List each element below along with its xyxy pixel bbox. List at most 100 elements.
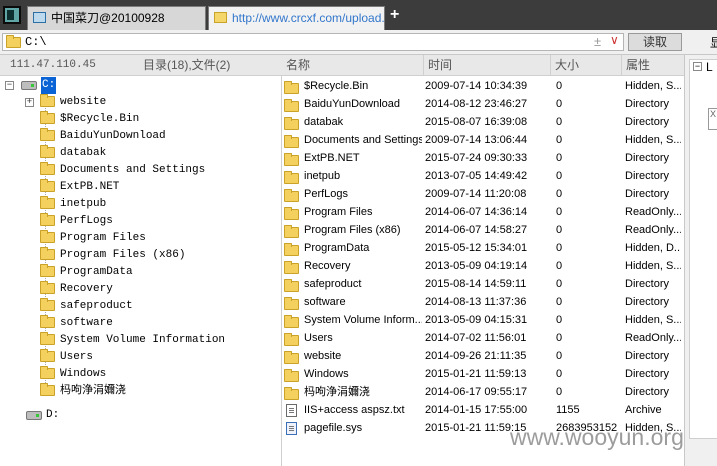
file-row[interactable]: Program Files 2014-06-07 14:36:14 0 ReadOnl… bbox=[282, 203, 684, 221]
file-attr: Directory bbox=[625, 170, 670, 182]
column-attr[interactable]: 属性 bbox=[621, 55, 684, 75]
file-time: 2013-05-09 04:19:14 bbox=[425, 260, 528, 272]
file-name: Documents and Settings bbox=[304, 134, 422, 146]
file-time: 2013-07-05 14:49:42 bbox=[425, 170, 528, 182]
file-row[interactable]: ExtPB.NET 2015-07-24 09:30:33 0 Directory bbox=[282, 149, 684, 167]
file-attr: Directory bbox=[625, 368, 670, 380]
tree-item-label: safeproduct bbox=[60, 300, 133, 312]
file-row[interactable]: Users 2014-07-02 11:56:01 0 ReadOnly... bbox=[282, 329, 684, 347]
tree-item-label: Recovery bbox=[60, 283, 113, 295]
file-size: 0 bbox=[556, 80, 563, 92]
file-time: 2013-05-09 04:15:31 bbox=[425, 314, 528, 326]
column-name[interactable]: 名称 bbox=[282, 55, 425, 75]
file-name: Users bbox=[304, 332, 333, 344]
folder-icon bbox=[214, 12, 227, 23]
file-size: 0 bbox=[556, 188, 563, 200]
collapse-icon[interactable]: − bbox=[693, 62, 702, 71]
file-row[interactable]: $Recycle.Bin 2009-07-14 10:34:39 0 Hidden, … bbox=[282, 77, 684, 95]
file-attr: Directory bbox=[625, 116, 670, 128]
drive-icon bbox=[21, 81, 37, 90]
file-time: 2009-07-14 11:20:08 bbox=[425, 188, 527, 200]
file-time: 2009-07-14 10:34:39 bbox=[425, 80, 528, 92]
file-attr: Archive bbox=[625, 404, 662, 416]
file-row[interactable]: BaiduYunDownload 2014-08-12 23:46:27 0 Dire… bbox=[282, 95, 684, 113]
file-size: 0 bbox=[556, 368, 563, 380]
tree-item-label: 杩呴浄涓嬭浇 bbox=[60, 385, 126, 397]
tree-item-label: databak bbox=[60, 147, 107, 159]
file-row[interactable]: 杩呴浄涓嬭浇 2014-06-17 09:55:17 0 Directory bbox=[282, 383, 684, 401]
file-row[interactable]: Windows 2015-01-21 11:59:13 0 Directory bbox=[282, 365, 684, 383]
item-counts: 目录(18),文件(2) bbox=[143, 58, 231, 72]
file-size: 0 bbox=[556, 116, 563, 128]
chevron-down-icon[interactable]: ∨ bbox=[610, 33, 619, 47]
file-time: 2014-06-17 09:55:17 bbox=[425, 386, 528, 398]
file-row[interactable]: safeproduct 2015-08-14 14:59:11 0 Directory bbox=[282, 275, 684, 293]
file-row[interactable]: Program Files (x86) 2014-06-07 14:58:27 0 R… bbox=[282, 221, 684, 239]
collapse-icon[interactable]: − bbox=[5, 81, 14, 90]
file-size: 0 bbox=[556, 332, 563, 344]
expand-icon[interactable]: + bbox=[25, 98, 34, 107]
tab-bar: 中国菜刀@20100928 http://www.crcxf.com/uploa… bbox=[0, 0, 717, 30]
close-icon[interactable]: X bbox=[708, 108, 717, 130]
file-name: databak bbox=[304, 116, 344, 128]
file-name: PerfLogs bbox=[304, 188, 349, 200]
file-time: 2015-07-24 09:30:33 bbox=[425, 152, 528, 164]
tree-item-label: inetpub bbox=[60, 198, 107, 210]
file-row[interactable]: databak 2015-08-07 16:39:08 0 Directory bbox=[282, 113, 684, 131]
new-tab-button[interactable]: + bbox=[390, 5, 399, 25]
file-row[interactable]: PerfLogs 2009-07-14 11:20:08 0 Directory bbox=[282, 185, 684, 203]
file-row[interactable]: Recovery 2013-05-09 04:19:14 0 Hidden, S... bbox=[282, 257, 684, 275]
bookmark-icon[interactable]: ± bbox=[594, 34, 601, 49]
column-time[interactable]: 时间 bbox=[423, 55, 550, 75]
file-name: 杩呴浄涓嬭浇 bbox=[304, 386, 370, 398]
path-text: C:\ bbox=[25, 35, 47, 49]
file-attr: Hidden, D... bbox=[625, 242, 681, 254]
file-row[interactable]: software 2014-08-13 11:37:36 0 Directory bbox=[282, 293, 684, 311]
file-size: 0 bbox=[556, 242, 563, 254]
file-attr: Hidden, S... bbox=[625, 134, 681, 146]
file-name: software bbox=[304, 296, 346, 308]
file-attr: Directory bbox=[625, 296, 670, 308]
file-name: ProgramData bbox=[304, 242, 370, 254]
file-row[interactable]: ProgramData 2015-05-12 15:34:01 0 Hidden, D… bbox=[282, 239, 684, 257]
file-row[interactable]: website 2014-09-26 21:11:35 0 Directory bbox=[282, 347, 684, 365]
tree-drive-label: D: bbox=[46, 409, 60, 421]
file-name: pagefile.sys bbox=[304, 422, 363, 434]
app-icon[interactable] bbox=[3, 6, 21, 24]
right-panel-inner: − L X bbox=[689, 59, 717, 439]
file-attr: Directory bbox=[625, 350, 670, 362]
file-time: 2015-01-21 11:59:13 bbox=[425, 368, 527, 380]
file-row[interactable]: Documents and Settings 2009-07-14 13:06:4… bbox=[282, 131, 684, 149]
right-panel-label: L bbox=[706, 60, 713, 74]
tab-main-label: 中国菜刀@20100928 bbox=[51, 11, 165, 25]
tree-root-label: C: bbox=[41, 77, 57, 94]
tree-item-label: BaiduYunDownload bbox=[60, 130, 166, 142]
file-name: IIS+access aspsz.txt bbox=[304, 404, 405, 416]
file-size: 0 bbox=[556, 314, 563, 326]
file-time: 2014-08-13 11:37:36 bbox=[425, 296, 527, 308]
file-size: 0 bbox=[556, 134, 563, 146]
file-size: 0 bbox=[556, 206, 563, 218]
file-row[interactable]: IIS+access aspsz.txt 2014-01-15 17:55:00 1… bbox=[282, 401, 684, 419]
file-attr: Directory bbox=[625, 188, 670, 200]
file-time: 2015-05-12 15:34:01 bbox=[425, 242, 528, 254]
file-row[interactable]: inetpub 2013-07-05 14:49:42 0 Directory bbox=[282, 167, 684, 185]
file-size: 0 bbox=[556, 386, 563, 398]
read-button[interactable]: 读取 bbox=[628, 33, 682, 51]
directory-tree: − C: D: + website $Recycle.Bin BaiduYunDown… bbox=[0, 76, 282, 466]
path-input[interactable]: C:\ ± ∨ bbox=[2, 33, 624, 51]
toolbar-extra-label[interactable]: 显 bbox=[710, 34, 717, 51]
file-name: safeproduct bbox=[304, 278, 362, 290]
column-size[interactable]: 大小 bbox=[550, 55, 621, 75]
drive-icon bbox=[26, 411, 42, 420]
tab-main[interactable]: 中国菜刀@20100928 bbox=[27, 6, 206, 30]
file-list: $Recycle.Bin 2009-07-14 10:34:39 0 Hidden, … bbox=[282, 76, 684, 466]
tab-file-manager[interactable]: http://www.crcxf.com/upload... bbox=[208, 6, 385, 30]
file-attr: ReadOnly... bbox=[625, 224, 681, 236]
file-size: 0 bbox=[556, 350, 563, 362]
tree-item-label: $Recycle.Bin bbox=[60, 113, 140, 125]
file-list-header: 名称 时间 大小 属性 bbox=[282, 55, 684, 76]
file-row[interactable]: System Volume Inform... 2013-05-09 04:15:… bbox=[282, 311, 684, 329]
file-name: Windows bbox=[304, 368, 349, 380]
file-name: BaiduYunDownload bbox=[304, 98, 401, 110]
